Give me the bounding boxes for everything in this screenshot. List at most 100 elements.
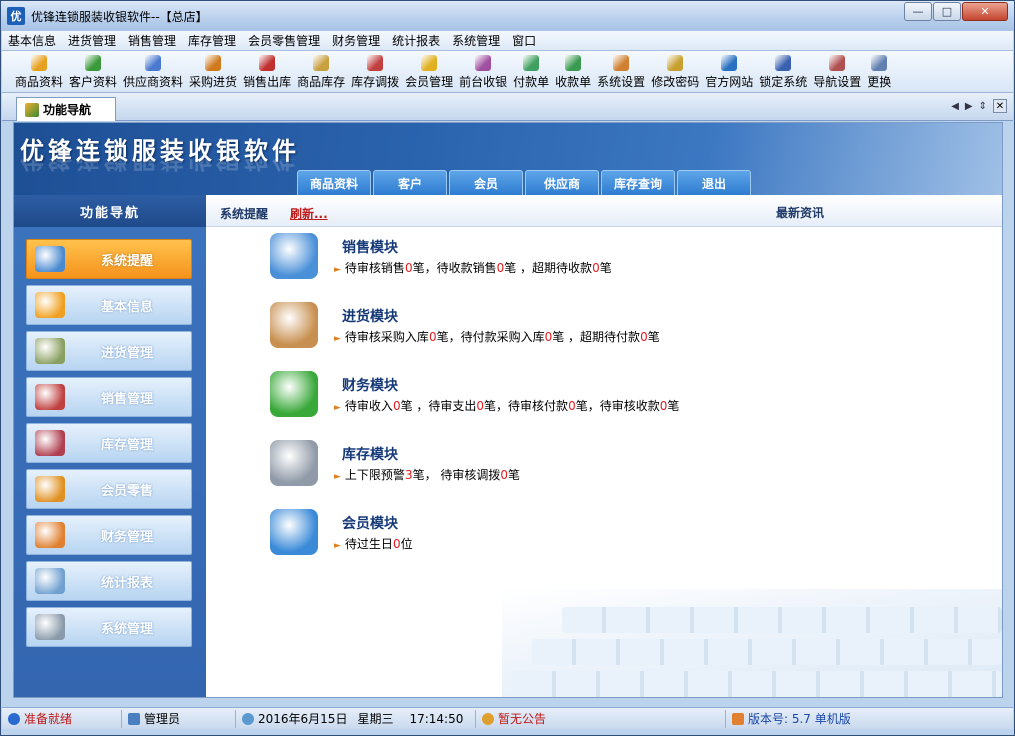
toolbar-button-14[interactable]: 锁定系统 — [756, 55, 810, 92]
toolbar-button-11[interactable]: 系统设置 — [594, 55, 648, 92]
module-title[interactable]: 库存模块 — [342, 444, 398, 464]
module-text: 笔 ，待审支出 — [400, 399, 477, 413]
title-bar[interactable]: 优 优锋连锁服装收银软件--【总店】 — □ ✕ — [1, 1, 1014, 31]
module-0: 销售模块 ► 待审核销售0笔，待收款销售0笔 ，超期待收款0笔 — [270, 233, 870, 285]
toolbar-label: 收款单 — [555, 75, 592, 89]
toolbar-button-7[interactable]: 会员管理 — [402, 55, 456, 92]
toolbar-button-2[interactable]: 供应商资料 — [120, 55, 186, 92]
banner-tab-0[interactable]: 商品资料 — [297, 170, 371, 195]
status-bar: 准备就绪 管理员 2016年6月15日 星期三 17:14:50 暂无公告 版本… — [2, 707, 1013, 729]
module-title[interactable]: 销售模块 — [342, 237, 398, 257]
banner-tab-1[interactable]: 客户 — [373, 170, 447, 195]
toolbar-button-1[interactable]: 客户资料 — [66, 55, 120, 92]
sidebar-item-5[interactable]: 会员零售 — [26, 469, 192, 509]
module-title[interactable]: 财务模块 — [342, 375, 398, 395]
sidebar-item-6[interactable]: 财务管理 — [26, 515, 192, 555]
tab-close-button[interactable]: ✕ — [993, 99, 1007, 113]
tab-list-icon[interactable]: ⇕ — [979, 101, 987, 112]
menu-item-1[interactable]: 进货管理 — [62, 32, 122, 49]
minimize-button[interactable]: — — [904, 2, 932, 21]
menu-item-7[interactable]: 系统管理 — [446, 32, 506, 49]
module-description: ► 待审核销售0笔，待收款销售0笔 ，超期待收款0笔 — [334, 259, 612, 276]
module-description: ► 待审核采购入库0笔，待付款采购入库0笔 ，超期待付款0笔 — [334, 328, 660, 345]
toolbar-button-9[interactable]: 付款单 — [510, 55, 552, 92]
user-icon — [128, 712, 140, 725]
status-notice: 暂无公告 — [476, 709, 726, 728]
toolbar-button-3[interactable]: 采购进货 — [186, 55, 240, 92]
banner-tab-4[interactable]: 库存查询 — [601, 170, 675, 195]
sidebar-item-label: 系统提醒 — [101, 253, 154, 269]
module-count: 0 — [592, 261, 600, 275]
banner-tab-2[interactable]: 会员 — [449, 170, 523, 195]
toolbar-icon — [829, 55, 846, 71]
module-title[interactable]: 进货模块 — [342, 306, 398, 326]
tab-prev-icon[interactable]: ◀ — [951, 101, 959, 112]
sidebar-item-4[interactable]: 库存管理 — [26, 423, 192, 463]
maximize-button[interactable]: □ — [933, 2, 961, 21]
app-logo-icon: 优 — [7, 7, 25, 25]
toolbar-icon — [313, 55, 330, 71]
menu-item-4[interactable]: 会员零售管理 — [242, 32, 326, 49]
module-text: 待过生日 — [344, 537, 393, 551]
status-version-text: 版本号: 5.7 单机版 — [748, 712, 851, 726]
keyboard-row — [512, 671, 1002, 697]
module-2: 财务模块 ► 待审收入0笔 ，待审支出0笔，待审核付款0笔，待审核收款0笔 — [270, 371, 870, 423]
bullet-arrow-icon: ► — [334, 403, 341, 413]
toolbar-button-8[interactable]: 前台收银 — [456, 55, 510, 92]
module-text: 笔， 待审核调拨 — [412, 468, 501, 482]
sidebar-item-label: 基本信息 — [101, 299, 154, 315]
module-3: 库存模块 ► 上下限预警3笔， 待审核调拨0笔 — [270, 440, 870, 492]
toolbar-button-12[interactable]: 修改密码 — [648, 55, 702, 92]
refresh-link[interactable]: 刷新... — [290, 205, 328, 222]
tab-function-nav[interactable]: 功能导航 — [16, 97, 116, 121]
module-text: 上下限预警 — [344, 468, 405, 482]
sidebar-item-3[interactable]: 销售管理 — [26, 377, 192, 417]
toolbar-icon — [421, 55, 438, 71]
toolbar-button-16[interactable]: 更换 — [864, 55, 894, 92]
close-button[interactable]: ✕ — [962, 2, 1008, 21]
toolbar-icon — [565, 55, 582, 71]
toolbar-icon — [205, 55, 222, 71]
module-count: 0 — [392, 537, 401, 551]
sidebar-item-2[interactable]: 进货管理 — [26, 331, 192, 371]
toolbar-label: 库存调拨 — [351, 75, 400, 89]
toolbar-button-10[interactable]: 收款单 — [552, 55, 594, 92]
tab-next-icon[interactable]: ▶ — [965, 101, 973, 112]
menu-item-0[interactable]: 基本信息 — [2, 32, 62, 49]
banner: 优锋连锁服装收银软件 优锋连锁服装收银软件 商品资料 客户 会员 供应商 库存查询 退出 — [14, 123, 1002, 195]
menu-item-5[interactable]: 财务管理 — [326, 32, 386, 49]
module-icon — [270, 233, 318, 279]
module-text: 待审收入 — [344, 399, 393, 413]
sidebar-item-8[interactable]: 系统管理 — [26, 607, 192, 647]
module-text: 位 — [400, 537, 413, 551]
basic-info-icon — [35, 292, 65, 318]
banner-tab-3[interactable]: 供应商 — [525, 170, 599, 195]
main-window: 优 优锋连锁服装收银软件--【总店】 — □ ✕ 基本信息 进货管理 销售管理 库存管… — [0, 0, 1015, 736]
sidebar-item-1[interactable]: 基本信息 — [26, 285, 192, 325]
toolbar-button-4[interactable]: 销售出库 — [240, 55, 294, 92]
toolbar-icon — [85, 55, 102, 71]
menu-item-2[interactable]: 销售管理 — [122, 32, 182, 49]
sidebar-item-label: 销售管理 — [101, 391, 154, 407]
sidebar-item-7[interactable]: 统计报表 — [26, 561, 192, 601]
main-panel: 系统提醒 刷新... 最新资讯 销售模块 ► 待审核销售0笔，待收款销售0笔 ，超期… — [206, 195, 1002, 697]
module-text: 笔 ，超期待付款 — [552, 330, 641, 344]
banner-tab-5[interactable]: 退出 — [677, 170, 751, 195]
toolbar-button-15[interactable]: 导航设置 — [810, 55, 864, 92]
menu-item-8[interactable]: 窗口 — [506, 32, 542, 49]
toolbar-button-5[interactable]: 商品库存 — [294, 55, 348, 92]
toolbar-button-6[interactable]: 库存调拨 — [348, 55, 402, 92]
toolbar-label: 系统设置 — [597, 75, 646, 89]
menu-item-6[interactable]: 统计报表 — [386, 32, 446, 49]
module-title[interactable]: 会员模块 — [342, 513, 398, 533]
toolbar-label: 付款单 — [513, 75, 550, 89]
sidebar-item-0[interactable]: 系统提醒 — [26, 239, 192, 279]
module-count: 0 — [568, 399, 576, 413]
notice-icon — [482, 712, 494, 725]
toolbar-button-13[interactable]: 官方网站 — [702, 55, 756, 92]
finance-icon — [35, 522, 65, 548]
menu-item-3[interactable]: 库存管理 — [182, 32, 242, 49]
toolbar-button-0[interactable]: 商品资料 — [12, 55, 66, 92]
latest-news-heading: 最新资讯 — [776, 206, 825, 220]
toolbar-icon — [871, 55, 888, 71]
